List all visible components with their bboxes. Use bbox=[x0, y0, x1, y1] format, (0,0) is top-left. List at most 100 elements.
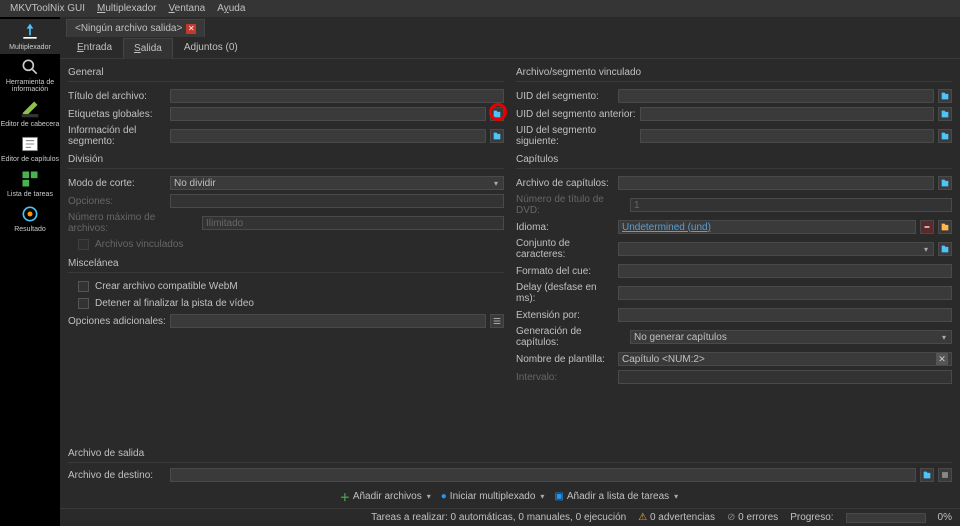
list-adicionales-button[interactable] bbox=[490, 314, 504, 328]
menubar: MKVToolNix GUI Multiplexador Ventana Ayu… bbox=[0, 0, 960, 17]
section-general: General bbox=[68, 63, 504, 82]
label-etiquetas: Etiquetas globales: bbox=[68, 109, 166, 120]
chapters-icon bbox=[20, 134, 40, 154]
label-generacion: Generación de capítulos: bbox=[516, 326, 626, 348]
browse-uid-anterior-button[interactable] bbox=[938, 107, 952, 121]
menu-ayuda[interactable]: Ayuda bbox=[217, 3, 245, 14]
statusbar: Tareas a realizar: 0 automáticas, 0 manu… bbox=[60, 508, 960, 526]
input-extension[interactable] bbox=[618, 308, 952, 322]
menu-multiplexador[interactable]: Multiplexador bbox=[97, 3, 157, 14]
label-vinculados: Archivos vinculados bbox=[95, 239, 183, 250]
close-icon[interactable]: ✕ bbox=[186, 24, 196, 34]
label-conjunto: Conjunto de caracteres: bbox=[516, 238, 614, 260]
status-progress-pct: 0% bbox=[938, 512, 952, 523]
bottom-toolbar: ＋Añadir archivos▾ ●Iniciar multiplexado▾… bbox=[60, 485, 960, 508]
sidebar-item-result[interactable]: Resultado bbox=[0, 201, 60, 236]
browse-conjunto-button[interactable] bbox=[938, 242, 952, 256]
sidebar-item-multiplexador[interactable]: Multiplexador bbox=[0, 19, 60, 54]
chevron-down-icon: ▾ bbox=[940, 333, 948, 342]
menu-ventana[interactable]: Ventana bbox=[169, 3, 206, 14]
status-errors[interactable]: ⊘ 0 errores bbox=[727, 512, 778, 523]
sub-tabs: Entrada Salida Adjuntos (0) bbox=[60, 37, 960, 59]
tab-entrada[interactable]: Entrada bbox=[66, 37, 123, 58]
input-uid-anterior[interactable] bbox=[640, 107, 934, 121]
input-adicionales[interactable] bbox=[170, 314, 486, 328]
browse-etiquetas-button[interactable] bbox=[490, 107, 504, 121]
checkbox-webm[interactable] bbox=[78, 281, 89, 292]
menu-app[interactable]: MKVToolNix GUI bbox=[10, 3, 85, 14]
sidebar-label: Editor de capítulos bbox=[1, 156, 59, 163]
add-queue-button[interactable]: ▣Añadir a lista de tareas▾ bbox=[554, 489, 680, 504]
status-warnings[interactable]: ⚠ 0 advertencias bbox=[638, 512, 715, 523]
output-panel: General Título del archivo: Etiquetas gl… bbox=[60, 59, 960, 442]
label-idioma: Idioma: bbox=[516, 222, 614, 233]
browse-uid-siguiente-button[interactable] bbox=[938, 129, 952, 143]
label-uid-siguiente: UID del segmento siguiente: bbox=[516, 125, 636, 147]
recent-destino-button[interactable] bbox=[938, 468, 952, 482]
error-icon: ⊘ bbox=[727, 512, 735, 523]
browse-cap-button[interactable] bbox=[938, 176, 952, 190]
tab-salida[interactable]: Salida bbox=[123, 38, 173, 59]
tab-adjuntos[interactable]: Adjuntos (0) bbox=[173, 37, 249, 58]
input-max-archivos bbox=[202, 216, 504, 230]
label-detener: Detener al finalizar la pista de vídeo bbox=[95, 298, 254, 309]
start-mux-button[interactable]: ●Iniciar multiplexado▾ bbox=[441, 489, 547, 504]
combo-idioma[interactable]: Undetermined (und) bbox=[618, 220, 916, 234]
main-panel: <Ningún archivo salida> ✕ Entrada Salida… bbox=[60, 17, 960, 526]
label-uid: UID del segmento: bbox=[516, 91, 614, 102]
input-plantilla[interactable]: Capítulo <NUM:2>✕ bbox=[618, 352, 952, 366]
clear-plantilla-button[interactable]: ✕ bbox=[936, 353, 948, 365]
clear-idioma-button[interactable] bbox=[920, 220, 934, 234]
sidebar-item-header-editor[interactable]: Editor de cabecera bbox=[0, 96, 60, 131]
label-plantilla: Nombre de plantilla: bbox=[516, 354, 614, 365]
queue-icon: ▣ bbox=[554, 491, 563, 502]
label-modo-corte: Modo de corte: bbox=[68, 178, 166, 189]
checkbox-vinculados bbox=[78, 239, 89, 250]
combo-modo-corte[interactable]: No dividir▾ bbox=[170, 176, 504, 190]
input-titulo[interactable] bbox=[170, 89, 504, 103]
browse-idioma-button[interactable] bbox=[938, 220, 952, 234]
add-files-button[interactable]: ＋Añadir archivos▾ bbox=[340, 489, 433, 504]
input-destino[interactable] bbox=[170, 468, 916, 482]
sidebar: Multiplexador Herramienta deinformación … bbox=[0, 17, 60, 526]
label-destino: Archivo de destino: bbox=[68, 470, 166, 481]
browse-info-button[interactable] bbox=[490, 129, 504, 143]
tasks-icon bbox=[20, 169, 40, 189]
search-icon bbox=[20, 57, 40, 77]
section-output: Archivo de salida bbox=[68, 444, 952, 463]
input-formato-cue[interactable] bbox=[618, 264, 952, 278]
file-tabs: <Ningún archivo salida> ✕ bbox=[60, 17, 960, 37]
sidebar-item-task-list[interactable]: Lista de tareas bbox=[0, 166, 60, 201]
section-capitulos: Capítulos bbox=[516, 150, 952, 169]
label-formato-cue: Formato del cue: bbox=[516, 266, 614, 277]
file-tab-title: <Ningún archivo salida> bbox=[75, 23, 182, 34]
label-adicionales: Opciones adicionales: bbox=[68, 316, 166, 327]
label-extension: Extensión por: bbox=[516, 310, 614, 321]
label-opciones: Opciones: bbox=[68, 196, 166, 207]
section-vinculo: Archivo/segmento vinculado bbox=[516, 63, 952, 82]
combo-generacion[interactable]: No generar capítulos▾ bbox=[630, 330, 952, 344]
sidebar-item-chapter-editor[interactable]: Editor de capítulos bbox=[0, 131, 60, 166]
label-webm: Crear archivo compatible WebM bbox=[95, 281, 238, 292]
file-tab[interactable]: <Ningún archivo salida> ✕ bbox=[66, 19, 205, 37]
input-cap-archivo[interactable] bbox=[618, 176, 934, 190]
label-uid-anterior: UID del segmento anterior: bbox=[516, 109, 636, 120]
status-tasks: Tareas a realizar: 0 automáticas, 0 manu… bbox=[371, 512, 626, 523]
input-uid[interactable] bbox=[618, 89, 934, 103]
input-delay[interactable] bbox=[618, 286, 952, 300]
browse-destino-button[interactable] bbox=[920, 468, 934, 482]
combo-conjunto[interactable]: ▾ bbox=[618, 242, 934, 256]
chevron-down-icon: ▾ bbox=[425, 492, 433, 501]
checkbox-detener[interactable] bbox=[78, 298, 89, 309]
sidebar-item-info[interactable]: Herramienta deinformación bbox=[0, 54, 60, 96]
browse-uid-button[interactable] bbox=[938, 89, 952, 103]
chevron-down-icon: ▾ bbox=[492, 179, 500, 188]
input-uid-siguiente[interactable] bbox=[640, 129, 934, 143]
sidebar-label: Resultado bbox=[14, 226, 46, 233]
input-info-segmento[interactable] bbox=[170, 129, 486, 143]
label-max-archivos: Número máximo de archivos: bbox=[68, 212, 198, 234]
result-icon bbox=[20, 204, 40, 224]
label-info-segmento: Información del segmento: bbox=[68, 125, 166, 147]
input-etiquetas[interactable] bbox=[170, 107, 486, 121]
progress-bar bbox=[846, 513, 926, 523]
